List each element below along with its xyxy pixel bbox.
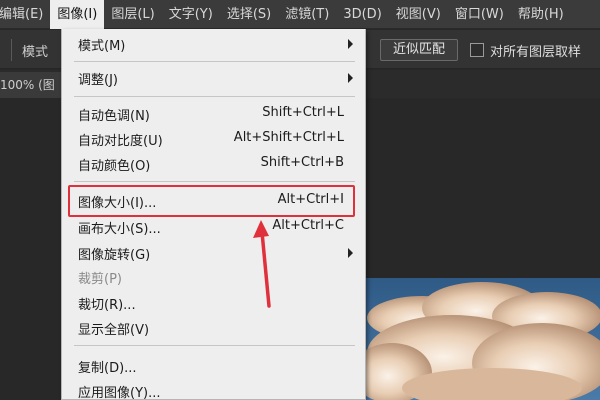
image-size-highlight-box: [68, 185, 355, 217]
menu-item-label: 自动对比度(U): [78, 134, 163, 149]
menu-separator: [74, 61, 355, 62]
menu-item-reveal-all[interactable]: 显示全部(V): [62, 316, 365, 340]
menu-separator: [74, 96, 355, 97]
menu-item-adjustments[interactable]: 调整(J): [62, 66, 365, 90]
menu-item-label: 裁切(R)...: [78, 298, 136, 313]
menu-item-label: 图像旋转(G): [78, 248, 151, 263]
menu-separator: [74, 345, 355, 346]
sample-all-layers-checkbox[interactable]: [470, 43, 484, 57]
options-divider: [11, 39, 12, 61]
menu-layer[interactable]: 图层(L): [104, 0, 161, 29]
menu-item-label: 自动颜色(O): [78, 159, 151, 174]
menu-help[interactable]: 帮助(H): [511, 0, 571, 29]
menu-item-label: 调整(J): [78, 73, 118, 88]
menu-edit[interactable]: 编辑(E): [0, 0, 50, 29]
menu-item-label: 裁剪(P): [78, 272, 122, 287]
menu-item-shortcut: Alt+Shift+Ctrl+L: [233, 130, 344, 145]
menu-item-duplicate[interactable]: 复制(D)...: [62, 354, 365, 378]
menu-separator: [74, 181, 355, 182]
mode-label[interactable]: 模式: [22, 41, 48, 60]
menu-item-label: 显示全部(V): [78, 323, 150, 338]
menu-item-mode[interactable]: 模式(M): [62, 32, 365, 56]
menu-item-shortcut: Shift+Ctrl+B: [260, 155, 344, 170]
menu-item-label: 自动色调(N): [78, 109, 150, 124]
menu-item-image-rotation[interactable]: 图像旋转(G): [62, 241, 365, 265]
menu-item-label: 画布大小(S)...: [78, 222, 161, 237]
menu-item-auto-tone[interactable]: 自动色调(N) Shift+Ctrl+L: [62, 102, 365, 126]
menu-filter[interactable]: 滤镜(T): [278, 0, 336, 29]
menu-item-shortcut: Shift+Ctrl+L: [262, 105, 344, 120]
menu-item-trim[interactable]: 裁切(R)...: [62, 291, 365, 315]
menu-bar: 编辑(E) 图像(I) 图层(L) 文字(Y) 选择(S) 滤镜(T) 3D(D…: [0, 0, 600, 29]
document-tab[interactable]: 100% (图: [0, 72, 70, 98]
chevron-right-icon: [348, 73, 353, 83]
proximity-match-button[interactable]: 近似匹配: [380, 39, 458, 61]
menu-3d[interactable]: 3D(D): [336, 0, 388, 29]
menu-item-label: 复制(D)...: [78, 361, 137, 376]
chevron-right-icon: [348, 248, 353, 258]
menu-type[interactable]: 文字(Y): [162, 0, 220, 29]
cloud-sky-image: [362, 278, 600, 400]
menu-window[interactable]: 窗口(W): [448, 0, 511, 29]
menu-item-label: 应用图像(Y)...: [78, 386, 161, 400]
menu-image[interactable]: 图像(I): [50, 0, 105, 29]
menu-item-apply-image[interactable]: 应用图像(Y)...: [62, 379, 365, 400]
menu-item-auto-contrast[interactable]: 自动对比度(U) Alt+Shift+Ctrl+L: [62, 127, 365, 151]
menu-item-canvas-size[interactable]: 画布大小(S)... Alt+Ctrl+C: [62, 215, 365, 239]
menu-item-auto-color[interactable]: 自动颜色(O) Shift+Ctrl+B: [62, 152, 365, 176]
sample-all-layers-label: 对所有图层取样: [490, 45, 582, 60]
menu-item-shortcut: Alt+Ctrl+C: [272, 218, 344, 233]
menu-view[interactable]: 视图(V): [389, 0, 448, 29]
menu-select[interactable]: 选择(S): [220, 0, 278, 29]
menu-item-label: 模式(M): [78, 39, 126, 54]
chevron-right-icon: [348, 39, 353, 49]
menu-item-crop: 裁剪(P): [62, 265, 365, 289]
